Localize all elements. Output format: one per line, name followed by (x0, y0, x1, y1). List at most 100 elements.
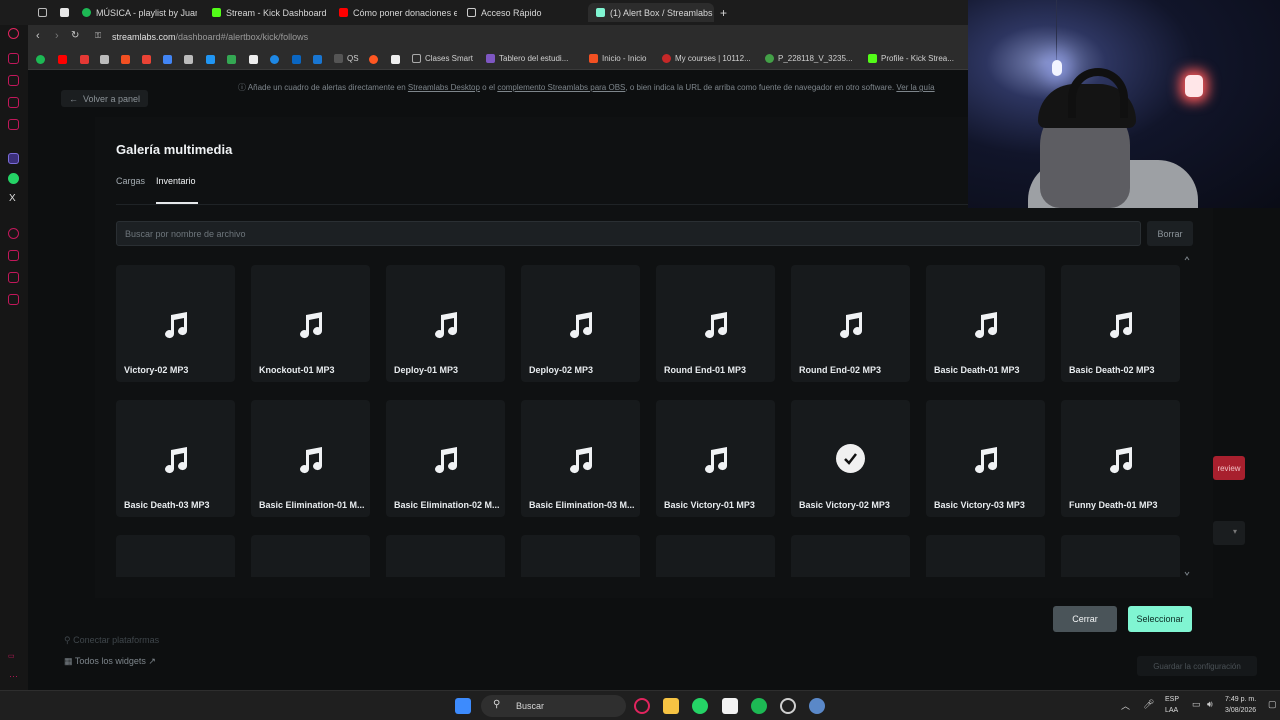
opera-gx-icon[interactable] (634, 698, 650, 714)
tab-inventory[interactable]: Inventario (156, 176, 196, 186)
media-file-card[interactable]: Knockout-01 MP3 (251, 265, 370, 382)
url-field[interactable]: streamlabs.com/dashboard#/alertbox/kick/… (112, 32, 308, 42)
back-to-panel-button[interactable]: ← Volver a panel (61, 90, 149, 107)
media-file-card[interactable] (386, 535, 505, 577)
select-button[interactable]: Seleccionar (1128, 606, 1192, 632)
more-icon[interactable]: ··· (9, 671, 18, 681)
media-file-card[interactable]: Basic Victory-02 MP3 (791, 400, 910, 517)
file-explorer-icon[interactable] (663, 698, 679, 714)
dropdown-chevron-icon[interactable]: ▾ (1213, 521, 1245, 545)
spotify-bookmark-icon[interactable] (36, 55, 45, 64)
media-file-card[interactable]: Round End-01 MP3 (656, 265, 775, 382)
sidebar-icon[interactable]: ▭ (8, 652, 15, 660)
media-file-card[interactable] (116, 535, 235, 577)
guide-link[interactable]: Ver la guía (896, 83, 934, 92)
browser-tab-music[interactable]: MÚSICA - playlist by Juan I (82, 3, 197, 22)
media-file-card[interactable] (1061, 535, 1180, 577)
media-file-card[interactable]: Basic Death-01 MP3 (926, 265, 1045, 382)
media-file-card[interactable]: Funny Death-01 MP3 (1061, 400, 1180, 517)
volume-icon[interactable]: 🔊︎ (1207, 699, 1213, 710)
linkedin-bookmark-icon[interactable] (292, 55, 301, 64)
sidebar-icon[interactable] (8, 97, 19, 108)
bookmark-tablero[interactable]: Tablero del estudi... (486, 54, 568, 63)
tab-uploads[interactable]: Cargas (116, 176, 145, 186)
sidebar-icon[interactable] (8, 53, 19, 64)
bookmark-clases-smart[interactable]: Clases Smart (412, 54, 473, 63)
bookmark-icon[interactable] (391, 55, 400, 64)
media-file-card[interactable] (791, 535, 910, 577)
opera-icon[interactable] (8, 28, 19, 39)
media-file-card[interactable]: Deploy-02 MP3 (521, 265, 640, 382)
browser-tab-quick-access[interactable]: Acceso Rápido (467, 3, 577, 22)
media-file-card[interactable]: Basic Elimination-03 M... (521, 400, 640, 517)
media-file-card[interactable]: Basic Death-03 MP3 (116, 400, 235, 517)
x-icon[interactable]: X (9, 193, 16, 204)
site-info-icon[interactable]: ⚿ (95, 31, 101, 41)
media-file-card[interactable] (656, 535, 775, 577)
teams-icon[interactable] (8, 153, 19, 164)
clear-search-button[interactable]: Borrar (1147, 221, 1193, 246)
media-file-card[interactable] (926, 535, 1045, 577)
media-file-card[interactable]: Basic Death-02 MP3 (1061, 265, 1180, 382)
connect-platforms-item[interactable]: ⚲ Conectar plataformas (64, 635, 159, 646)
bookmark-qs[interactable]: QS (334, 54, 359, 63)
close-button[interactable]: Cerrar (1053, 606, 1117, 632)
obs-icon[interactable] (780, 698, 796, 714)
microsoft-bookmark-icon[interactable] (121, 55, 130, 64)
media-file-card[interactable]: Basic Victory-03 MP3 (926, 400, 1045, 517)
whatsapp-icon[interactable] (692, 698, 708, 714)
browser-tab-kick[interactable]: Stream - Kick Dashboard (212, 3, 332, 22)
system-clock[interactable]: 7:49 p. m. 3/08/2026 (1225, 694, 1256, 716)
notification-icon[interactable]: ▢ (1268, 699, 1277, 710)
spotify-icon[interactable] (751, 698, 767, 714)
media-file-card[interactable] (251, 535, 370, 577)
media-file-card[interactable] (521, 535, 640, 577)
browser-tab-streamlabs[interactable]: (1) Alert Box / Streamlabs (588, 3, 714, 22)
media-scrollbar[interactable] (1184, 255, 1190, 577)
sidebar-icon[interactable] (8, 272, 19, 283)
chevron-up-icon[interactable]: ︿ (1121, 699, 1130, 712)
bookmark-icon[interactable] (184, 55, 193, 64)
bookmark-my-courses[interactable]: My courses | 10112... (662, 54, 751, 63)
file-search-input[interactable] (116, 221, 1141, 246)
save-settings-button[interactable]: Guardar la configuración (1137, 656, 1257, 676)
settings-icon[interactable] (8, 294, 19, 305)
tab-switcher-icon[interactable] (38, 3, 47, 22)
preview-button[interactable]: review (1213, 456, 1245, 480)
media-file-card[interactable]: Round End-02 MP3 (791, 265, 910, 382)
sidebar-icon[interactable] (8, 119, 19, 130)
bookmark-icon[interactable] (206, 55, 215, 64)
back-icon[interactable]: ‹ (36, 30, 40, 42)
media-file-card[interactable]: Basic Elimination-02 M... (386, 400, 505, 517)
pinterest-bookmark-icon[interactable] (80, 55, 89, 64)
media-file-card[interactable]: Victory-02 MP3 (116, 265, 235, 382)
sidebar-icon[interactable] (8, 228, 19, 239)
obs-plugin-link[interactable]: complemento Streamlabs para OBS (497, 83, 625, 92)
bookmark-kick-profile[interactable]: Profile - Kick Strea... (868, 54, 954, 63)
bookmark-icon[interactable] (369, 55, 378, 64)
forward-icon[interactable]: › (55, 30, 59, 42)
bookmark-icon[interactable] (270, 55, 279, 64)
bookmark-p228118[interactable]: P_228118_V_3235... (765, 54, 853, 63)
streamlabs-desktop-link[interactable]: Streamlabs Desktop (408, 83, 480, 92)
translate-bookmark-icon[interactable] (163, 55, 172, 64)
network-icon[interactable]: ▭ (1192, 699, 1201, 710)
youtube-bookmark-icon[interactable] (58, 55, 67, 64)
windows-start-icon[interactable] (455, 698, 471, 714)
media-file-card[interactable]: Deploy-01 MP3 (386, 265, 505, 382)
sidebar-icon[interactable] (8, 75, 19, 86)
sidebar-icon[interactable] (8, 250, 19, 261)
microphone-icon[interactable]: 🎤︎ (1143, 699, 1154, 710)
bookmark-inicio[interactable]: Inicio - Inicio (589, 54, 646, 63)
browser-tab-youtube[interactable]: Cómo poner donaciones e (339, 3, 457, 22)
notion-icon[interactable] (722, 698, 738, 714)
drive-bookmark-icon[interactable] (227, 55, 236, 64)
gmail-bookmark-icon[interactable] (142, 55, 151, 64)
whatsapp-icon[interactable] (8, 173, 19, 184)
new-tab-icon[interactable]: + (720, 3, 727, 22)
steam-icon[interactable] (809, 698, 825, 714)
language-indicator[interactable]: ESP LAA (1165, 694, 1179, 716)
media-file-card[interactable]: Basic Elimination-01 M... (251, 400, 370, 517)
bookmark-icon[interactable] (313, 55, 322, 64)
taskbar-search[interactable]: ⚲ Buscar (481, 695, 626, 717)
